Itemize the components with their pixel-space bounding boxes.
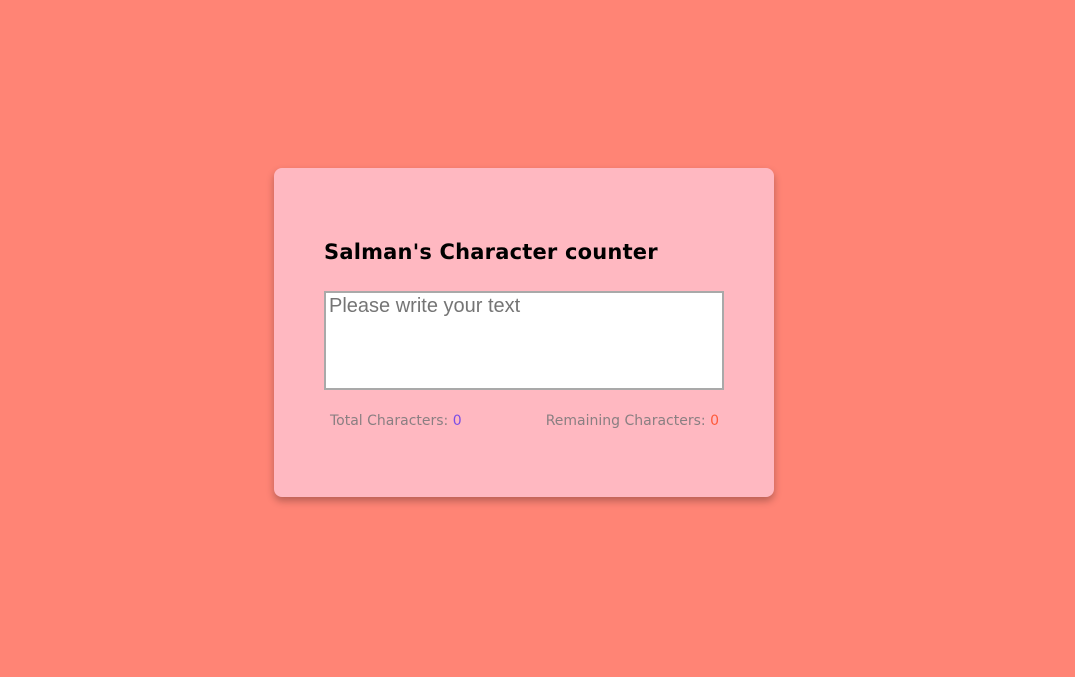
total-characters-count: 0 bbox=[452, 413, 462, 429]
total-characters-label: Total Characters: bbox=[330, 413, 449, 429]
counter-card: Salman's Character counter Total Charact… bbox=[274, 168, 774, 497]
remaining-characters-label: Remaining Characters: bbox=[545, 413, 706, 429]
remaining-characters-count: 0 bbox=[710, 413, 719, 429]
total-characters-stat: Total Characters: 0 bbox=[330, 413, 462, 429]
page-background: { "app": { "title": "Salman's Character … bbox=[0, 0, 1075, 677]
text-input[interactable] bbox=[324, 291, 724, 390]
page-title: Salman's Character counter bbox=[324, 240, 658, 264]
remaining-characters-stat: Remaining Characters: 0 bbox=[546, 413, 719, 429]
